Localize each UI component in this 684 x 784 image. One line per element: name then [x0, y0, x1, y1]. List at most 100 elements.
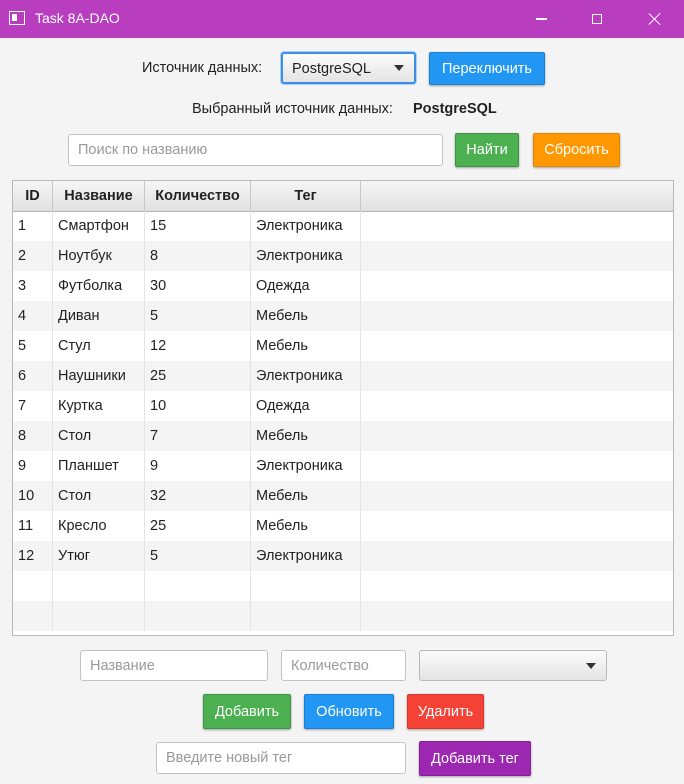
cell-tag: Мебель [251, 331, 361, 361]
cell-name: Кресло [53, 511, 145, 541]
chevron-down-icon [394, 65, 404, 71]
cell-quantity [145, 601, 251, 631]
cell-name: Наушники [53, 361, 145, 391]
reset-button[interactable]: Сбросить [533, 133, 620, 167]
cell-quantity [145, 571, 251, 601]
table-row[interactable]: 8 Стол 7 Мебель [13, 421, 673, 451]
find-button[interactable]: Найти [455, 133, 519, 167]
quantity-input[interactable] [281, 650, 406, 681]
table-row[interactable]: 4 Диван 5 Мебель [13, 301, 673, 331]
table-row[interactable]: 6 Наушники 25 Электроника [13, 361, 673, 391]
cell-quantity: 25 [145, 361, 251, 391]
cell-quantity: 5 [145, 301, 251, 331]
add-button[interactable]: Добавить [203, 694, 291, 729]
products-table[interactable]: ID Название Количество Тег 1 Смартфон 15 Эл… [12, 180, 674, 636]
table-header: ID Название Количество Тег [13, 181, 673, 212]
close-icon [648, 12, 662, 26]
cell-tag [251, 601, 361, 631]
maximize-icon [592, 14, 602, 24]
table-row[interactable]: 3 Футболка 30 Одежда [13, 271, 673, 301]
cell-id: 1 [13, 211, 53, 241]
cell-quantity: 30 [145, 271, 251, 301]
cell-filler [361, 241, 673, 271]
table-row-empty [13, 571, 673, 601]
table-row[interactable]: 2 Ноутбук 8 Электроника [13, 241, 673, 271]
cell-tag: Одежда [251, 271, 361, 301]
cell-id: 6 [13, 361, 53, 391]
current-source-label: Выбранный источник данных: [192, 101, 393, 117]
add-tag-button[interactable]: Добавить тег [419, 741, 531, 776]
table-row[interactable]: 7 Куртка 10 Одежда [13, 391, 673, 421]
cell-quantity: 32 [145, 481, 251, 511]
cell-filler [361, 421, 673, 451]
source-select[interactable]: PostgreSQL [281, 52, 416, 84]
table-row[interactable]: 1 Смартфон 15 Электроника [13, 211, 673, 241]
table-row-empty [13, 601, 673, 631]
source-label: Источник данных: [142, 60, 263, 76]
window-title: Task 8A-DAO [35, 10, 120, 26]
cell-name: Смартфон [53, 211, 145, 241]
minimize-button[interactable] [518, 0, 564, 38]
cell-filler [361, 451, 673, 481]
cell-quantity: 15 [145, 211, 251, 241]
cell-filler [361, 511, 673, 541]
column-header-tag[interactable]: Тег [251, 181, 361, 211]
cell-name: Футболка [53, 271, 145, 301]
cell-name: Куртка [53, 391, 145, 421]
table-row[interactable]: 10 Стол 32 Мебель [13, 481, 673, 511]
cell-name [53, 571, 145, 601]
cell-tag: Электроника [251, 211, 361, 241]
cell-tag [251, 571, 361, 601]
cell-tag: Электроника [251, 241, 361, 271]
cell-filler [361, 361, 673, 391]
table-row[interactable]: 5 Стул 12 Мебель [13, 331, 673, 361]
cell-tag: Мебель [251, 421, 361, 451]
cell-id [13, 571, 53, 601]
cell-name: Стол [53, 481, 145, 511]
source-select-value: PostgreSQL [292, 61, 371, 77]
cell-id: 3 [13, 271, 53, 301]
column-header-id[interactable]: ID [13, 181, 53, 211]
cell-id: 8 [13, 421, 53, 451]
name-input[interactable] [80, 650, 268, 681]
switch-source-button[interactable]: Переключить [429, 52, 545, 85]
cell-tag: Одежда [251, 391, 361, 421]
cell-id: 5 [13, 331, 53, 361]
minimize-icon [535, 18, 547, 20]
maximize-button[interactable] [574, 0, 620, 38]
cell-id: 9 [13, 451, 53, 481]
cell-name: Диван [53, 301, 145, 331]
new-tag-input[interactable] [156, 742, 406, 774]
cell-id: 11 [13, 511, 53, 541]
table-row[interactable]: 9 Планшет 9 Электроника [13, 451, 673, 481]
cell-quantity: 5 [145, 541, 251, 571]
cell-name: Утюг [53, 541, 145, 571]
cell-filler [361, 541, 673, 571]
column-header-name[interactable]: Название [53, 181, 145, 211]
delete-button[interactable]: Удалить [407, 694, 484, 729]
title-bar: Task 8A-DAO [0, 0, 684, 38]
cell-filler [361, 391, 673, 421]
update-button[interactable]: Обновить [304, 694, 394, 729]
cell-filler [361, 271, 673, 301]
cell-filler [361, 301, 673, 331]
current-source-value: PostgreSQL [413, 101, 497, 117]
close-button[interactable] [632, 0, 678, 38]
cell-name: Ноутбук [53, 241, 145, 271]
cell-tag: Электроника [251, 451, 361, 481]
cell-quantity: 9 [145, 451, 251, 481]
table-row[interactable]: 12 Утюг 5 Электроника [13, 541, 673, 571]
tag-select[interactable] [419, 650, 607, 681]
column-header-quantity[interactable]: Количество [145, 181, 251, 211]
cell-quantity: 25 [145, 511, 251, 541]
cell-quantity: 12 [145, 331, 251, 361]
cell-id: 4 [13, 301, 53, 331]
cell-tag: Электроника [251, 541, 361, 571]
cell-tag: Мебель [251, 481, 361, 511]
table-row[interactable]: 11 Кресло 25 Мебель [13, 511, 673, 541]
cell-quantity: 7 [145, 421, 251, 451]
cell-filler [361, 211, 673, 241]
cell-filler [361, 601, 673, 631]
chevron-down-icon [586, 662, 596, 669]
search-input[interactable] [68, 134, 443, 166]
